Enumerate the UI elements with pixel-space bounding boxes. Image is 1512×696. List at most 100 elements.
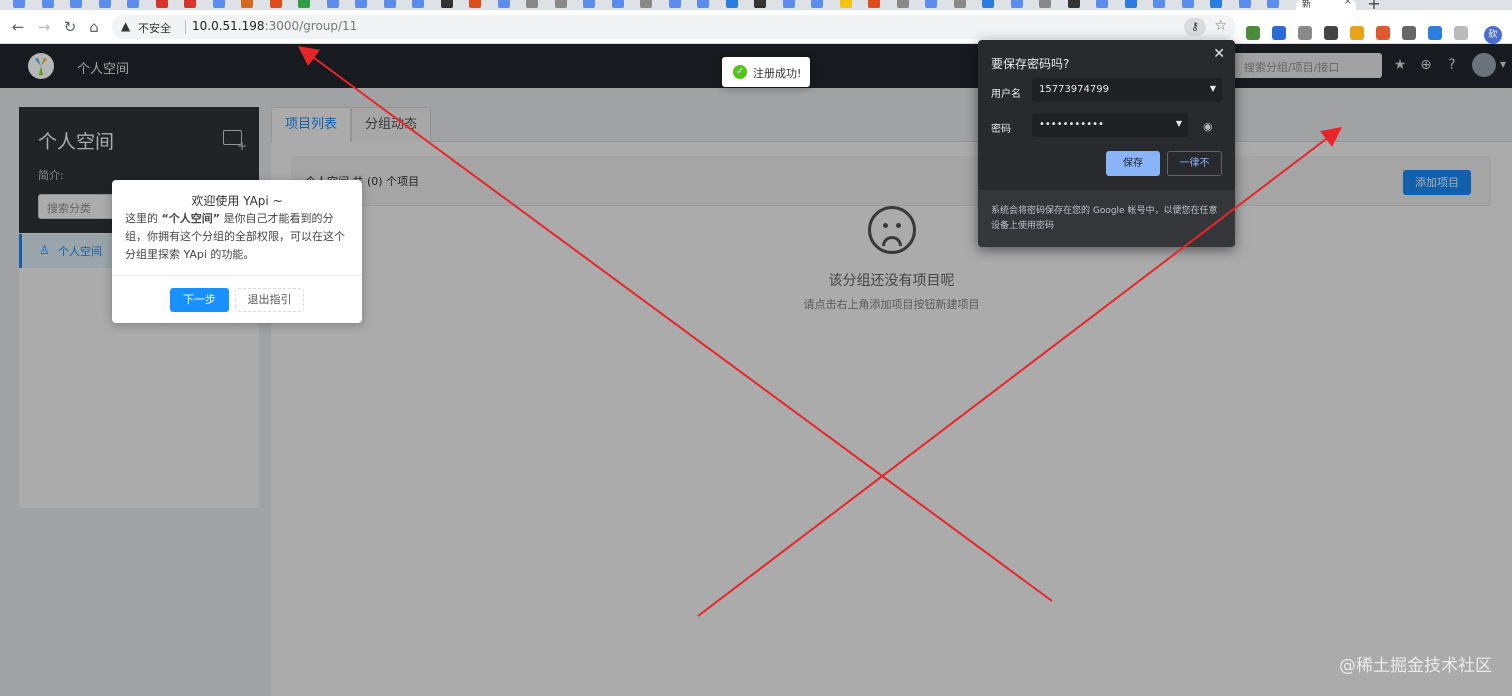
browser-tab[interactable]	[1061, 0, 1086, 10]
back-icon[interactable]: ←	[8, 17, 28, 37]
tab-favicon-icon	[155, 0, 168, 8]
translate-ext-icon[interactable]	[1246, 26, 1260, 40]
tab-favicon-icon	[725, 0, 738, 8]
never-save-button[interactable]: 一律不	[1167, 151, 1222, 176]
browser-tab[interactable]	[1260, 0, 1285, 10]
tab-favicon-icon	[70, 0, 82, 8]
browser-tab[interactable]	[1232, 0, 1257, 10]
x-ext-icon[interactable]	[1324, 26, 1338, 40]
address-separator	[185, 20, 186, 34]
browser-tab[interactable]	[291, 0, 316, 10]
check-circle-icon: ✓	[733, 65, 747, 79]
password-select[interactable]: ••••••••••• ▼	[1032, 113, 1188, 137]
browser-tab[interactable]	[947, 0, 972, 10]
url-path: :3000/group/11	[264, 19, 358, 33]
browser-tab[interactable]	[434, 0, 459, 10]
exit-guide-button[interactable]: 退出指引	[235, 288, 304, 312]
browser-tab[interactable]	[320, 0, 345, 10]
browser-tab[interactable]	[35, 0, 60, 10]
browser-tab[interactable]	[861, 0, 886, 10]
browser-tab[interactable]	[405, 0, 430, 10]
browser-tab[interactable]	[833, 0, 858, 10]
browser-tab[interactable]	[719, 0, 744, 10]
browser-tab[interactable]	[149, 0, 174, 10]
browser-tab[interactable]	[92, 0, 117, 10]
username-select[interactable]: 15773974799 ▼	[1032, 78, 1222, 102]
new-tab-button[interactable]: +	[1366, 0, 1382, 10]
browser-tab[interactable]	[576, 0, 601, 10]
browser-tab[interactable]	[6, 0, 31, 10]
browser-tab[interactable]	[605, 0, 630, 10]
browser-tab[interactable]	[776, 0, 801, 10]
tab-favicon-icon	[184, 0, 196, 8]
cloud-ext-icon[interactable]	[1454, 26, 1468, 40]
tab-favicon-icon	[1181, 0, 1194, 8]
share-ext-icon[interactable]	[1376, 26, 1390, 40]
bookmark-star-icon[interactable]: ☆	[1214, 18, 1227, 34]
key-icon[interactable]: ⚷	[1184, 18, 1206, 36]
profile-avatar[interactable]: 砍	[1484, 26, 1502, 44]
code-ext-icon[interactable]	[1402, 26, 1416, 40]
active-tab[interactable]: 新 ×	[1296, 0, 1356, 10]
tab-favicon-icon	[383, 0, 396, 8]
reload-icon[interactable]: ↻	[60, 17, 80, 37]
browser-tab[interactable]	[1032, 0, 1057, 10]
browser-tab[interactable]	[918, 0, 943, 10]
browser-tab[interactable]	[120, 0, 145, 10]
browser-tab[interactable]	[662, 0, 687, 10]
close-icon[interactable]: ✕	[1213, 46, 1225, 62]
browser-tab[interactable]	[1175, 0, 1200, 10]
browser-tab[interactable]	[177, 0, 202, 10]
browser-tab[interactable]	[1118, 0, 1143, 10]
browser-tab[interactable]	[1203, 0, 1228, 10]
eye-icon[interactable]: ◉	[1203, 120, 1213, 133]
address-bar[interactable]: ▲ 不安全 10.0.51.198:3000/group/11 ⚷ ☆	[112, 15, 1236, 39]
dialog-footer: 系统会将密码保存在您的 Google 帐号中，以便您在任意设备上使用密码	[978, 190, 1235, 247]
browser-tab[interactable]	[263, 0, 288, 10]
browser-tab[interactable]	[975, 0, 1000, 10]
tab-favicon-icon	[1067, 0, 1080, 8]
next-step-button[interactable]: 下一步	[170, 288, 229, 312]
chrome-ext-icon[interactable]	[1350, 26, 1364, 40]
browser-tab-strip: 新 × +	[0, 0, 1512, 10]
vue-ext-icon[interactable]	[1298, 26, 1312, 40]
username-label: 用户名	[991, 89, 1021, 100]
browser-tab[interactable]	[206, 0, 231, 10]
tab-favicon-icon	[212, 0, 225, 8]
browser-tab[interactable]	[377, 0, 402, 10]
browser-tab[interactable]	[548, 0, 573, 10]
tab-favicon-icon	[640, 0, 652, 8]
tab-favicon-icon	[98, 0, 111, 8]
browser-tab[interactable]	[633, 0, 658, 10]
browser-tab[interactable]	[1004, 0, 1029, 10]
close-tab-icon[interactable]: ×	[1344, 0, 1352, 7]
browser-tab[interactable]	[519, 0, 544, 10]
dialog-footer-text: 系统会将密码保存在您的 Google 帐号中，以便您在任意设备上使用密码	[991, 206, 1218, 231]
tab-favicon-icon	[440, 0, 453, 8]
browser-tab[interactable]	[234, 0, 259, 10]
tab-favicon-icon	[127, 0, 139, 8]
tab-favicon-icon	[611, 0, 624, 8]
save-password-button[interactable]: 保存	[1106, 151, 1160, 176]
security-label[interactable]: 不安全	[138, 20, 171, 36]
home-icon[interactable]: ⌂	[84, 17, 104, 37]
warning-icon[interactable]: ▲	[121, 19, 130, 33]
browser-tab[interactable]	[747, 0, 772, 10]
dialog-title: 要保存密码吗?	[991, 57, 1070, 71]
browser-tab[interactable]	[690, 0, 715, 10]
tab-favicon-icon	[497, 0, 510, 8]
forward-icon[interactable]: →	[34, 17, 54, 37]
browser-tab[interactable]	[1089, 0, 1114, 10]
browser-tab[interactable]	[63, 0, 88, 10]
browser-tab[interactable]	[804, 0, 829, 10]
tab-favicon-icon	[782, 0, 795, 8]
tab-favicon-icon	[241, 0, 253, 8]
puzzle-ext-icon[interactable]	[1272, 26, 1286, 40]
browser-tab[interactable]	[890, 0, 915, 10]
url-text[interactable]: 10.0.51.198:3000/group/11	[192, 19, 357, 33]
browser-tab[interactable]	[1146, 0, 1171, 10]
browser-tab[interactable]	[462, 0, 487, 10]
browser-tab[interactable]	[348, 0, 373, 10]
browser-tab[interactable]	[491, 0, 516, 10]
block-ext-icon[interactable]	[1428, 26, 1442, 40]
